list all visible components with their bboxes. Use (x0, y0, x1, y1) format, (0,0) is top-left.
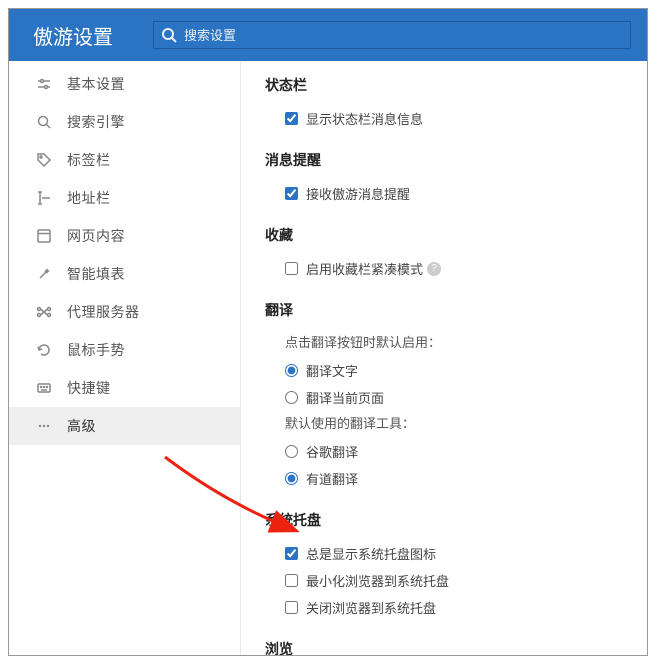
header: 傲游设置 (9, 9, 647, 61)
content: 状态栏 显示状态栏消息信息 消息提醒 接收傲游消息提醒 收藏 启用收藏栏紧凑模式 (241, 61, 647, 655)
checkbox-tray-always[interactable] (285, 547, 298, 560)
checkbox-tray-close[interactable] (285, 601, 298, 614)
page-icon (35, 227, 53, 245)
radio-youdao[interactable] (285, 472, 298, 485)
checkbox-receive-notify[interactable] (285, 187, 298, 200)
section-favorites: 收藏 启用收藏栏紧凑模式 ? (265, 225, 627, 282)
subtext-default-tool: 默认使用的翻译工具： (265, 411, 627, 438)
option-label: 有道翻译 (306, 469, 358, 488)
sidebar-item-label: 鼠标手势 (67, 340, 125, 360)
option-label: 关闭浏览器到系统托盘 (306, 598, 436, 617)
checkbox-tray-minimize[interactable] (285, 574, 298, 587)
help-icon[interactable]: ? (427, 262, 441, 276)
option-label: 翻译当前页面 (306, 388, 384, 407)
section-browsing: 浏览 强制使用极速模式（可能导致某些网站不正常） (265, 639, 627, 655)
sidebar-item-label: 网页内容 (67, 226, 125, 246)
sidebar-item-tabs[interactable]: 标签栏 (9, 141, 240, 179)
sidebar-item-label: 基本设置 (67, 74, 125, 94)
tag-icon (35, 151, 53, 169)
option-label: 最小化浏览器到系统托盘 (306, 571, 449, 590)
sidebar-item-address[interactable]: 地址栏 (9, 179, 240, 217)
subtext-onclick: 点击翻译按钮时默认启用： (265, 330, 627, 357)
option-label: 启用收藏栏紧凑模式 (306, 259, 423, 278)
option-label: 接收傲游消息提醒 (306, 184, 410, 203)
section-tray: 系统托盘 总是显示系统托盘图标 最小化浏览器到系统托盘 关闭浏览器到系统托盘 (265, 510, 627, 621)
sidebar-item-gesture[interactable]: 鼠标手势 (9, 331, 240, 369)
checkbox-fav-compact[interactable] (285, 262, 298, 275)
section-title: 翻译 (265, 300, 627, 320)
option-label: 总是显示系统托盘图标 (306, 544, 436, 563)
sidebar-item-label: 地址栏 (67, 188, 111, 208)
option-label: 显示状态栏消息信息 (306, 109, 423, 128)
sidebar-item-advanced[interactable]: 高级 (9, 407, 240, 445)
page-title: 傲游设置 (33, 21, 113, 50)
section-title: 浏览 (265, 639, 627, 655)
option-label: 翻译文字 (306, 361, 358, 380)
sidebar-item-webcontent[interactable]: 网页内容 (9, 217, 240, 255)
section-title: 状态栏 (265, 75, 627, 95)
wand-icon (35, 265, 53, 283)
sidebar-item-shortcuts[interactable]: 快捷键 (9, 369, 240, 407)
search-input[interactable] (153, 21, 631, 49)
section-title: 收藏 (265, 225, 627, 245)
sidebar-item-autofill[interactable]: 智能填表 (9, 255, 240, 293)
option-label: 谷歌翻译 (306, 442, 358, 461)
sliders-icon (35, 75, 53, 93)
sidebar: 基本设置 搜索引擎 标签栏 (9, 61, 241, 655)
keyboard-icon (35, 379, 53, 397)
sidebar-item-label: 高级 (67, 416, 96, 436)
section-status-bar: 状态栏 显示状态栏消息信息 (265, 75, 627, 132)
radio-translate-text[interactable] (285, 364, 298, 377)
dots-icon (35, 417, 53, 435)
sidebar-item-label: 智能填表 (67, 264, 125, 284)
cursor-icon (35, 189, 53, 207)
radio-translate-page[interactable] (285, 391, 298, 404)
sidebar-item-label: 搜索引擎 (67, 112, 125, 132)
sidebar-item-label: 代理服务器 (67, 302, 140, 322)
server-icon (35, 303, 53, 321)
search-icon (35, 113, 53, 131)
section-notifications: 消息提醒 接收傲游消息提醒 (265, 150, 627, 207)
checkbox-status-info[interactable] (285, 112, 298, 125)
search-wrap (153, 21, 631, 49)
sidebar-item-label: 标签栏 (67, 150, 111, 170)
search-icon (161, 27, 177, 43)
sidebar-item-proxy[interactable]: 代理服务器 (9, 293, 240, 331)
section-title: 消息提醒 (265, 150, 627, 170)
section-title: 系统托盘 (265, 510, 627, 530)
sidebar-item-basic[interactable]: 基本设置 (9, 65, 240, 103)
section-translation: 翻译 点击翻译按钮时默认启用： 翻译文字 翻译当前页面 默认使用的翻译工具： 谷… (265, 300, 627, 492)
sidebar-item-search[interactable]: 搜索引擎 (9, 103, 240, 141)
refresh-icon (35, 341, 53, 359)
sidebar-item-label: 快捷键 (67, 378, 111, 398)
radio-google[interactable] (285, 445, 298, 458)
